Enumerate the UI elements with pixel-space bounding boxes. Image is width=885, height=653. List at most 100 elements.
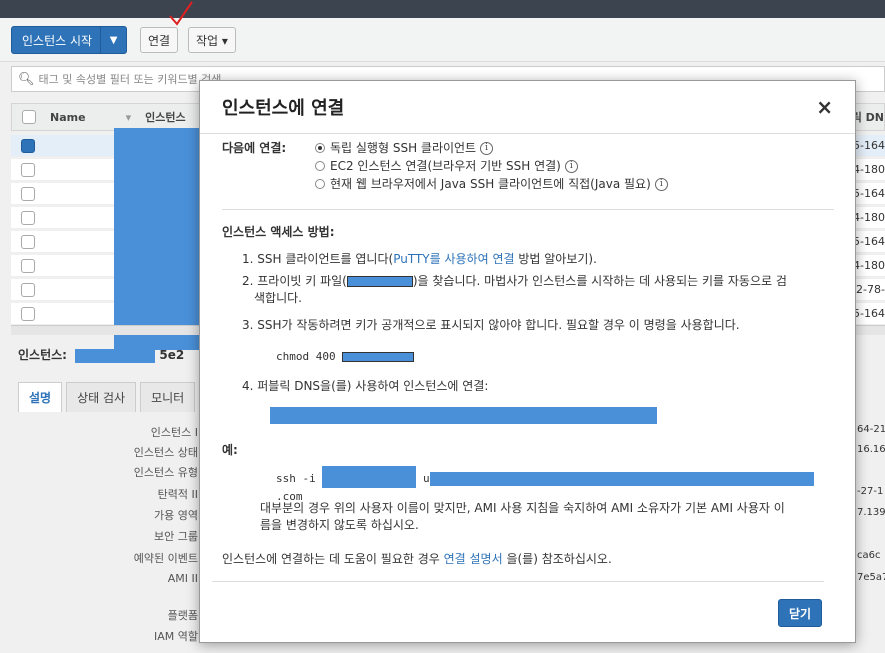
dialog-header: 인스턴스에 연결 × [200,81,855,134]
step-1-prefix: 1. SSH 클라이언트를 엽니다( [242,252,394,266]
footer-divider [212,581,824,582]
detail-label: 인스턴스 I [150,426,198,439]
close-dialog-button[interactable]: 닫기 [778,599,823,627]
row-dns: 4-180 [853,259,885,272]
redacted-block [114,128,204,350]
detail-value-fragment: 7e5a7 [857,572,885,583]
detail-label: 플랫폼 [167,609,198,622]
connection-guide-link[interactable]: 연결 설명서 [444,552,503,566]
row-dns: 4-180 [853,163,885,176]
detail-label: 인스턴스 유형 [133,466,198,479]
row-checkbox[interactable] [21,187,35,201]
row-checkbox[interactable] [21,307,35,321]
info-icon[interactable]: i [480,141,494,155]
example-label: 예: [222,443,238,457]
step-3: 3. SSH가 작동하려면 키가 공개적으로 표시되지 않아야 합니다. 필요할… [242,318,740,332]
access-method-title: 인스턴스 액세스 방법: [222,225,335,239]
divider [222,209,834,210]
ssh-prefix: ssh -i [276,472,323,485]
detail-label: 예약된 이벤트 [133,552,198,565]
radio-java-ssh[interactable] [315,179,325,189]
radio-standalone-ssh[interactable] [315,143,325,153]
connect-button[interactable]: 연결 [140,27,179,53]
option-java-ssh-label: 현재 웹 브라우저에서 Java SSH 클라이언트에 직접(Java 필요) [330,177,651,191]
connection-method-group: 다음에 연결: 독립 실행형 SSH 클라이언트 i EC2 인스턴스 연결(브… [222,139,668,193]
step-2-suffix: )을 찾습니다. 마법사가 인스턴스를 시작하는 데 사용되는 키를 자동으로 … [412,274,787,288]
redacted-key-arg [322,466,417,488]
connect-button-label: 연결 [148,33,171,48]
option-standalone-ssh[interactable]: 독립 실행형 SSH 클라이언트 i [315,139,668,157]
putty-guide-link[interactable]: PuTTY를 사용하여 연결 [393,252,514,266]
tab-monitoring[interactable]: 모니터 [140,382,196,412]
detail-value-fragment: -27-1 [857,486,884,497]
top-strip [0,0,885,18]
detail-value-fragment: 64-21 [857,424,885,435]
row-dns: 5-164 [853,187,885,200]
column-public-dns[interactable]: 릭 DN [852,109,884,125]
connect-instance-dialog: 인스턴스에 연결 × 다음에 연결: 독립 실행형 SSH 클라이언트 i EC… [199,80,856,643]
username-note-line-2: 름을 변경하지 않도록 하십시오. [260,518,419,532]
launch-instance-label: 인스턴스 시작 [22,33,93,48]
column-instance[interactable]: 인스턴스 [145,109,185,125]
column-name[interactable]: Name [50,111,86,124]
actions-button[interactable]: 작업 ▾ [188,27,236,53]
info-icon[interactable]: i [654,177,668,191]
selected-instance-bar: 인스턴스: 5e2 [18,346,184,363]
launch-dropdown-caret[interactable]: ▼ [100,27,126,53]
search-icon: 🔍︎ [18,71,35,87]
row-checkbox[interactable] [21,259,35,273]
step-1-suffix: 방법 알아보기). [514,252,597,266]
row-dns: 5-164 [853,307,885,320]
tab-status-checks[interactable]: 상태 검사 [66,382,137,412]
detail-value-fragment: ca6c [857,550,881,561]
launch-instance-button[interactable]: 인스턴스 시작 ▼ [11,26,128,54]
redacted-key-file [346,276,413,287]
redacted-host [429,472,814,486]
help-prefix: 인스턴스에 연결하는 데 도움이 필요한 경우 [222,552,444,566]
select-all-checkbox[interactable] [22,110,36,124]
option-ec2-connect-label: EC2 인스턴스 연결(브라우저 기반 SSH 연결) [330,159,561,173]
option-standalone-ssh-label: 독립 실행형 SSH 클라이언트 [330,141,477,155]
detail-tabs: 설명 상태 검사 모니터 [18,382,199,412]
chmod-command-text: chmod 400 [276,350,343,363]
radio-ec2-connect[interactable] [315,161,325,171]
step-1: 1. SSH 클라이언트를 엽니다(PuTTY를 사용하여 연결 방법 알아보기… [242,251,597,268]
detail-label: AMI II [167,572,198,585]
option-java-ssh[interactable]: 현재 웹 브라우저에서 Java SSH 클라이언트에 직접(Java 필요) … [315,175,668,193]
row-checkbox[interactable] [21,235,35,249]
username-note-line-1: 대부분의 경우 위의 사용자 이름이 맞지만, AMI 사용 지침을 숙지하여 … [260,501,785,515]
tab-description[interactable]: 설명 [18,382,63,412]
close-icon[interactable]: × [816,95,833,119]
detail-label: 보안 그룹 [154,530,198,543]
row-dns: 5-164 [853,139,885,152]
info-icon[interactable]: i [564,159,578,173]
detail-label: 탄력적 II [157,488,198,501]
actions-button-label: 작업 ▾ [196,33,228,48]
help-suffix: 을(를) 참조하십시오. [502,552,612,566]
step-4: 4. 퍼블릭 DNS을(를) 사용하여 인스턴스에 연결: [242,379,489,393]
selected-instance-suffix: 5e2 [159,348,185,362]
row-dns: 5-164 [853,235,885,248]
step-2-prefix: 2. 프라이빗 키 파일( [242,274,347,288]
row-checkbox[interactable] [21,211,35,225]
detail-value-fragment: 16.16 [857,444,885,455]
redacted-key-name [342,352,415,362]
dialog-title: 인스턴스에 연결 [222,98,345,119]
column-sort-icon[interactable]: ▾ [126,111,132,124]
row-checkbox[interactable] [21,139,35,153]
row-checkbox[interactable] [21,163,35,177]
step-2: 2. 프라이빗 키 파일( )을 찾습니다. 마법사가 인스턴스를 시작하는 데 … [242,273,837,290]
detail-value-fragment: 7.139 [857,507,885,518]
detail-label: 인스턴스 상태 [133,446,198,459]
option-ec2-connect[interactable]: EC2 인스턴스 연결(브라우저 기반 SSH 연결) i [315,157,668,175]
step-2-line-2: 색합니다. [254,291,302,305]
row-checkbox[interactable] [21,283,35,297]
redacted-public-dns [270,407,657,424]
toolbar: 인스턴스 시작 ▼ 연결 작업 ▾ [0,18,885,62]
connect-with-label: 다음에 연결: [222,141,287,155]
detail-label: IAM 역할 [154,630,198,643]
close-dialog-button-label: 닫기 [789,606,812,621]
red-checkmark-icon [169,1,193,26]
row-dns: 4-180 [853,211,885,224]
help-text: 인스턴스에 연결하는 데 도움이 필요한 경우 연결 설명서 을(를) 참조하십… [222,551,612,568]
